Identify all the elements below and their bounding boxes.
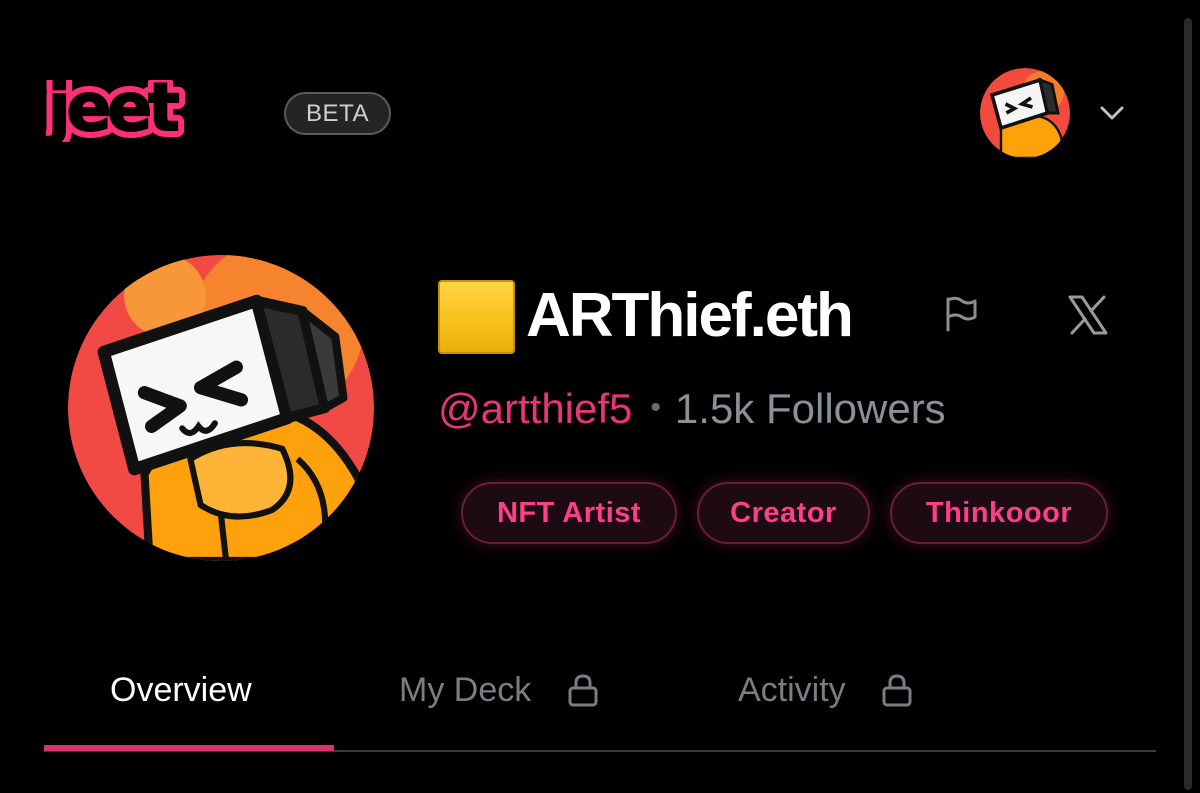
lock-icon xyxy=(565,672,601,708)
chevron-down-icon[interactable] xyxy=(1094,95,1130,131)
beta-badge: BETA xyxy=(284,92,391,135)
tab-my-deck[interactable]: My Deck xyxy=(399,664,601,712)
profile-page: jeet jeet BETA ARThief.eth @artthief5 • … xyxy=(0,0,1200,793)
profile-handle[interactable]: @artthief5 xyxy=(438,385,632,432)
tab-overview-label: Overview xyxy=(110,671,252,710)
flag-icon[interactable] xyxy=(940,294,980,334)
separator-dot: • xyxy=(650,391,661,424)
tab-activity[interactable]: Activity xyxy=(738,664,915,712)
yellow-square-emoji xyxy=(438,280,515,354)
active-tab-indicator xyxy=(44,745,334,751)
tab-overview[interactable]: Overview xyxy=(110,664,252,712)
lock-icon xyxy=(879,672,915,708)
followers-count[interactable]: 1.5k Followers xyxy=(675,385,946,432)
scrollbar[interactable] xyxy=(1184,18,1192,790)
profile-avatar xyxy=(68,255,374,561)
jeet-logo[interactable]: jeet jeet xyxy=(38,62,260,153)
tag-thinkooor: Thinkooor xyxy=(890,482,1108,544)
user-avatar-menu[interactable] xyxy=(980,68,1070,158)
tag-creator: Creator xyxy=(697,482,870,544)
profile-name: ARThief.eth xyxy=(526,281,854,350)
tag-nft-artist: NFT Artist xyxy=(461,482,677,544)
tab-activity-label: Activity xyxy=(738,671,846,710)
tab-my-deck-label: My Deck xyxy=(399,671,532,710)
x-logo-icon[interactable] xyxy=(1066,293,1110,337)
handle-row: @artthief5 • 1.5k Followers xyxy=(438,382,946,435)
logo-wordmark: jeet xyxy=(46,80,179,142)
